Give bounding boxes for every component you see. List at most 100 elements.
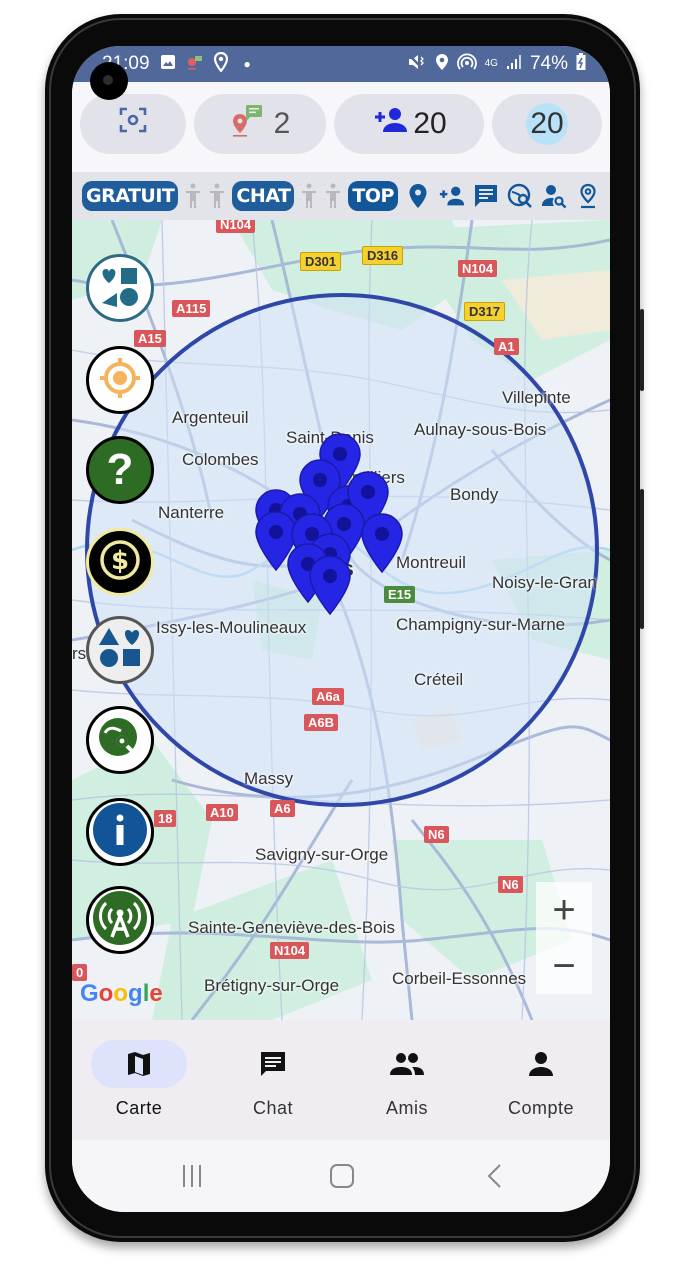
status-bar: 21:09 ● 4G 74% <box>72 46 610 82</box>
recent-apps-button[interactable] <box>172 1158 212 1194</box>
scan-button[interactable] <box>80 94 186 154</box>
road-label: A6 <box>270 800 295 817</box>
road-label: A6a <box>312 688 344 705</box>
messages-button[interactable]: 2 <box>194 94 326 154</box>
filter-tag-gratuit[interactable]: GRATUIT <box>82 181 179 211</box>
qr-scan-icon <box>119 106 147 142</box>
battery-level: 74% <box>529 53 568 74</box>
target-icon <box>95 353 145 408</box>
road-label: D316 <box>362 246 404 265</box>
road-label: A1 <box>494 338 519 355</box>
person-silhouette-icon <box>184 182 202 210</box>
mute-vibrate-icon <box>407 53 427 76</box>
road-label: A15 <box>134 330 166 347</box>
system-navigation-bar <box>72 1140 610 1212</box>
volume-button <box>640 309 644 391</box>
map-icon <box>91 1040 187 1088</box>
shapes-heart-icon <box>96 624 144 677</box>
map-chat-notification-icon <box>186 54 204 75</box>
bottom-navigation: Carte Chat Amis Compte <box>72 1020 610 1140</box>
add-person-icon <box>371 105 409 143</box>
road-label: 18 <box>154 810 177 827</box>
explore-button[interactable] <box>86 706 154 774</box>
info-button[interactable] <box>86 798 154 866</box>
map-city-label: Champigny-sur-Marne <box>396 615 566 634</box>
pin-outline-icon[interactable] <box>574 182 602 210</box>
road-label: N6 <box>498 876 523 893</box>
interests-button[interactable] <box>86 616 154 684</box>
antenna-icon <box>91 889 149 952</box>
radius-value: 20 <box>526 103 568 145</box>
zoom-in-button[interactable]: + <box>536 882 592 938</box>
dollar-icon: $ <box>96 536 144 589</box>
map-city-label: Brétigny-sur-Orge <box>204 976 340 995</box>
info-icon <box>91 801 149 864</box>
home-button[interactable] <box>322 1158 362 1194</box>
power-button <box>640 489 644 629</box>
person-search-icon[interactable] <box>540 182 568 210</box>
road-label: D317 <box>464 302 506 321</box>
map-city-label: Noisy-le-Gran <box>492 573 597 592</box>
google-logo: Google <box>80 980 163 1007</box>
travel-explore-icon <box>95 713 145 768</box>
categories-button[interactable] <box>86 254 154 322</box>
broadcast-button[interactable] <box>86 886 154 954</box>
map-city-label: Massy <box>244 769 294 788</box>
screen: 21:09 ● 4G 74% 2 20 20 GRATUIT CHAT TOP … <box>72 46 610 1212</box>
road-label: N104 <box>458 260 498 277</box>
road-label: D301 <box>300 252 342 271</box>
battery-charging-icon <box>576 52 586 76</box>
radius-button[interactable]: 20 <box>492 94 602 154</box>
nav-tab-chat[interactable]: Chat <box>206 1040 340 1119</box>
filter-tag-chat[interactable]: CHAT <box>232 181 295 211</box>
locate-button[interactable] <box>86 346 154 414</box>
help-button[interactable]: ? <box>86 436 154 504</box>
road-label: N6 <box>424 826 449 843</box>
location-pin-icon[interactable] <box>404 182 432 210</box>
question-icon: ? <box>106 445 134 494</box>
shapes-icon <box>95 261 145 316</box>
nav-tab-compte[interactable]: Compte <box>474 1040 608 1119</box>
road-label: A6B <box>304 714 339 731</box>
road-label: A10 <box>206 804 238 821</box>
nav-tab-carte[interactable]: Carte <box>72 1040 206 1119</box>
person-icon <box>493 1040 589 1088</box>
nav-tab-amis[interactable]: Amis <box>340 1040 474 1119</box>
friends-count: 20 <box>413 107 447 140</box>
paid-button[interactable]: $ <box>86 528 154 596</box>
image-icon <box>160 54 176 75</box>
friends-button[interactable]: 20 <box>334 94 484 154</box>
chat-icon <box>225 1040 321 1088</box>
filter-tag-top[interactable]: TOP <box>348 181 398 211</box>
zoom-out-button[interactable]: − <box>536 938 592 994</box>
map-city-label: Sainte-Geneviève-des-Bois <box>188 918 395 937</box>
location-icon <box>435 53 449 76</box>
person-silhouette-icon <box>208 182 226 210</box>
map-marker[interactable] <box>308 554 352 616</box>
add-person-icon[interactable] <box>438 182 466 210</box>
map-city-label: Nanterre <box>158 503 225 522</box>
map-city-label: Montreuil <box>396 553 466 572</box>
nav-label: Amis <box>386 1098 428 1118</box>
map-view[interactable]: Argenteuil Saint-Denis Aulnay-sous-Bois … <box>72 220 610 1020</box>
minus-icon: − <box>552 943 576 988</box>
nav-label: Carte <box>115 1098 163 1118</box>
map-city-label: Corbeil-Essonnes <box>392 969 527 988</box>
person-silhouette-icon <box>324 182 342 210</box>
person-silhouette-icon <box>300 182 318 210</box>
svg-text:$: $ <box>111 546 129 576</box>
map-marker[interactable] <box>360 512 404 574</box>
4g-data-icon: 4G <box>484 58 498 69</box>
people-icon <box>359 1040 455 1088</box>
location-pin-icon <box>213 51 228 77</box>
dot-icon: ● <box>243 57 251 71</box>
messages-count: 2 <box>273 107 291 140</box>
road-label: A115 <box>172 300 211 317</box>
back-button[interactable] <box>476 1158 516 1194</box>
signal-icon <box>506 54 522 75</box>
chat-icon[interactable] <box>472 182 500 210</box>
map-city-label: Colombes <box>182 450 259 469</box>
map-city-label: Savigny-sur-Orge <box>255 845 389 864</box>
travel-explore-icon[interactable] <box>506 182 534 210</box>
front-camera <box>90 62 128 100</box>
